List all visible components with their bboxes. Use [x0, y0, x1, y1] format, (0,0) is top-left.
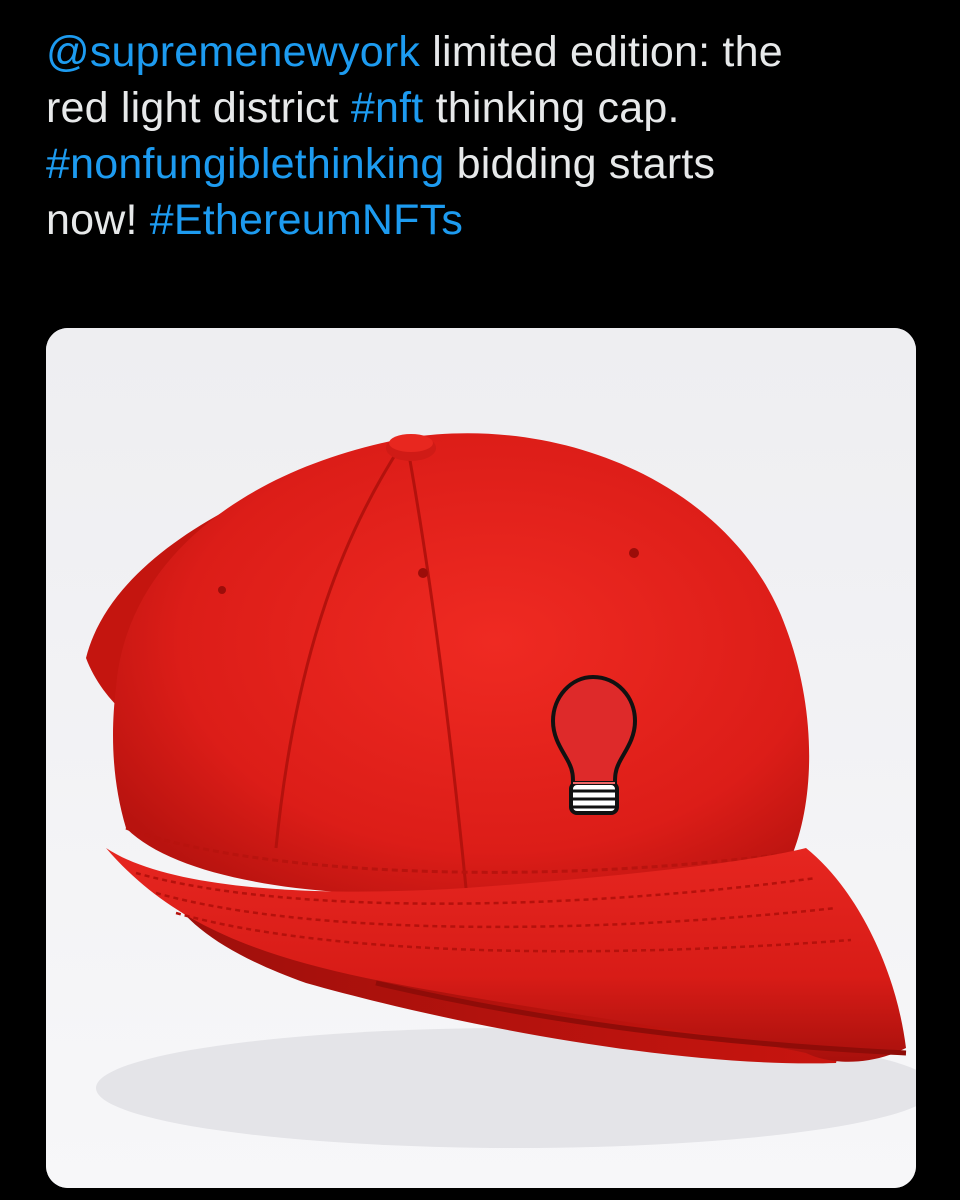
mention-link[interactable]: @supremenewyork: [46, 28, 420, 76]
tweet-line-2: red light district #nft thinking cap.: [46, 80, 926, 136]
hashtag-link-ethereumnfts[interactable]: #EthereumNFTs: [150, 196, 463, 244]
tweet-line-3: #nonfungiblethinking bidding starts: [46, 136, 926, 192]
tweet-text-segment: limited edition: the: [420, 28, 783, 76]
tweet: @supremenewyork limited edition: the red…: [0, 0, 960, 1200]
cap-eyelet: [629, 548, 639, 558]
tweet-line-4: now! #EthereumNFTs: [46, 192, 926, 248]
tweet-text-segment: now!: [46, 196, 150, 244]
tweet-line-1: @supremenewyork limited edition: the: [46, 24, 926, 80]
tweet-text-segment: red light district: [46, 84, 351, 132]
tweet-text-segment: thinking cap.: [423, 84, 680, 132]
hashtag-link-nonfungiblethinking[interactable]: #nonfungiblethinking: [46, 140, 445, 188]
cap-top-button-highlight: [389, 434, 433, 452]
tweet-text: @supremenewyork limited edition: the red…: [46, 24, 926, 248]
cap-eyelet: [418, 568, 428, 578]
cap-eyelet: [218, 586, 226, 594]
red-cap-photo: [46, 328, 916, 1188]
tweet-text-segment: bidding starts: [444, 140, 716, 188]
hashtag-link-nft[interactable]: #nft: [351, 84, 424, 132]
tweet-media-image[interactable]: [46, 328, 916, 1188]
